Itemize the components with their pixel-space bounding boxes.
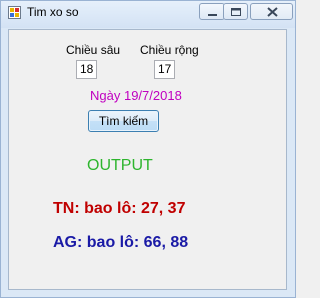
- minimize-button[interactable]: [199, 3, 225, 20]
- width-label: Chiều rộng: [140, 43, 199, 57]
- close-button[interactable]: [250, 3, 293, 20]
- width-input[interactable]: 17: [154, 60, 175, 79]
- maximize-button[interactable]: [223, 3, 248, 20]
- close-icon: [267, 7, 278, 17]
- result-tn: TN: bao lô: 27, 37: [53, 200, 186, 217]
- date-label: Ngày 19/7/2018: [90, 88, 182, 103]
- title-bar[interactable]: Tim xo so: [1, 1, 295, 28]
- app-icon[interactable]: [8, 6, 21, 19]
- search-button[interactable]: Tìm kiếm: [88, 110, 159, 132]
- result-ag: AG: bao lô: 66, 88: [53, 234, 189, 251]
- app-window: Tim xo so Chiều sâu 18 Chiều rộng 17 Ngà…: [0, 0, 296, 298]
- window-title: Tim xo so: [27, 5, 79, 19]
- depth-input[interactable]: 18: [76, 60, 97, 79]
- output-heading: OUTPUT: [87, 157, 153, 174]
- form-client-area: Chiều sâu 18 Chiều rộng 17 Ngày 19/7/201…: [8, 29, 287, 290]
- maximize-icon: [231, 8, 241, 16]
- depth-label: Chiều sâu: [66, 43, 121, 57]
